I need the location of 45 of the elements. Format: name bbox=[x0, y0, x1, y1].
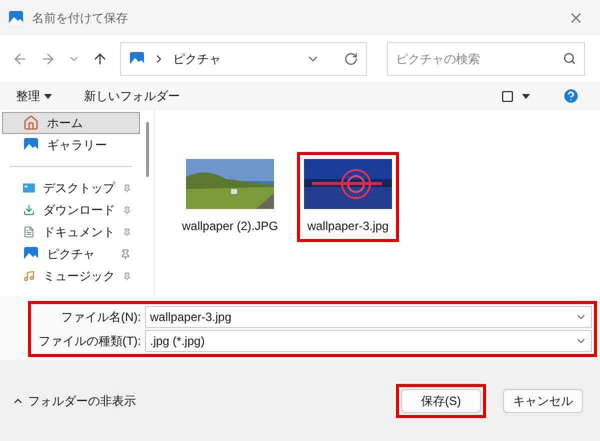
download-icon bbox=[23, 202, 35, 218]
sidebar-item[interactable]: ダウンロード bbox=[2, 199, 140, 221]
file-item[interactable]: wallpaper-3.jpg bbox=[297, 152, 400, 242]
forward-button[interactable] bbox=[40, 50, 56, 66]
scrollbar-thumb[interactable] bbox=[146, 122, 148, 177]
combo-input[interactable]: wallpaper-3.jpg bbox=[150, 308, 575, 326]
gallery-icon bbox=[23, 137, 39, 153]
sidebar-item[interactable]: ミュージック bbox=[2, 265, 140, 287]
desktop-icon bbox=[23, 182, 35, 194]
combo-box[interactable]: wallpaper-3.jpg bbox=[145, 306, 592, 328]
search-icon bbox=[563, 52, 576, 65]
search-box[interactable]: ピクチャの検索 bbox=[387, 42, 585, 76]
sidebar-item[interactable]: ホーム bbox=[2, 112, 140, 134]
search-input[interactable]: ピクチャの検索 bbox=[396, 50, 563, 68]
folder-picture-icon bbox=[129, 50, 145, 66]
field-label: ファイルの種類(T): bbox=[37, 333, 141, 350]
dialog-button[interactable]: 保存(S) bbox=[401, 388, 481, 412]
sidebar-item[interactable]: デスクトップ bbox=[2, 177, 140, 199]
app-icon bbox=[8, 10, 24, 26]
picture-icon bbox=[23, 246, 39, 262]
refresh-icon[interactable] bbox=[344, 52, 358, 66]
sidebar-item[interactable]: ピクチャ bbox=[2, 243, 140, 265]
help-icon[interactable] bbox=[562, 87, 580, 105]
file-item[interactable]: wallpaper (2).JPG bbox=[175, 152, 286, 242]
field-label: ファイル名(N): bbox=[60, 309, 141, 326]
view-icon bbox=[501, 90, 514, 102]
caret-icon bbox=[44, 94, 52, 98]
caret-icon bbox=[522, 94, 530, 98]
organize-menu[interactable]: 整理 bbox=[16, 87, 52, 105]
back-button[interactable] bbox=[12, 50, 28, 66]
address-bar[interactable]: ピクチャ bbox=[120, 42, 367, 76]
document-icon bbox=[23, 224, 35, 240]
window-title: 名前を付けて保存 bbox=[32, 10, 128, 26]
breadcrumb-item[interactable]: ピクチャ bbox=[173, 50, 221, 68]
up-button[interactable] bbox=[92, 50, 108, 66]
dialog-button[interactable]: キャンセル bbox=[503, 388, 583, 412]
home-icon bbox=[23, 115, 39, 131]
music-icon bbox=[23, 268, 35, 284]
combo-input[interactable]: .jpg (*.jpg) bbox=[150, 332, 575, 350]
sidebar-item[interactable]: ドキュメント bbox=[2, 221, 140, 243]
new-folder-button[interactable]: 新しいフォルダー bbox=[84, 87, 180, 105]
hide-folders-toggle[interactable]: フォルダーの非表示 bbox=[12, 392, 136, 410]
sidebar-item[interactable]: ギャラリー bbox=[2, 134, 140, 156]
combo-box[interactable]: .jpg (*.jpg) bbox=[145, 330, 592, 352]
view-menu[interactable] bbox=[501, 90, 530, 102]
